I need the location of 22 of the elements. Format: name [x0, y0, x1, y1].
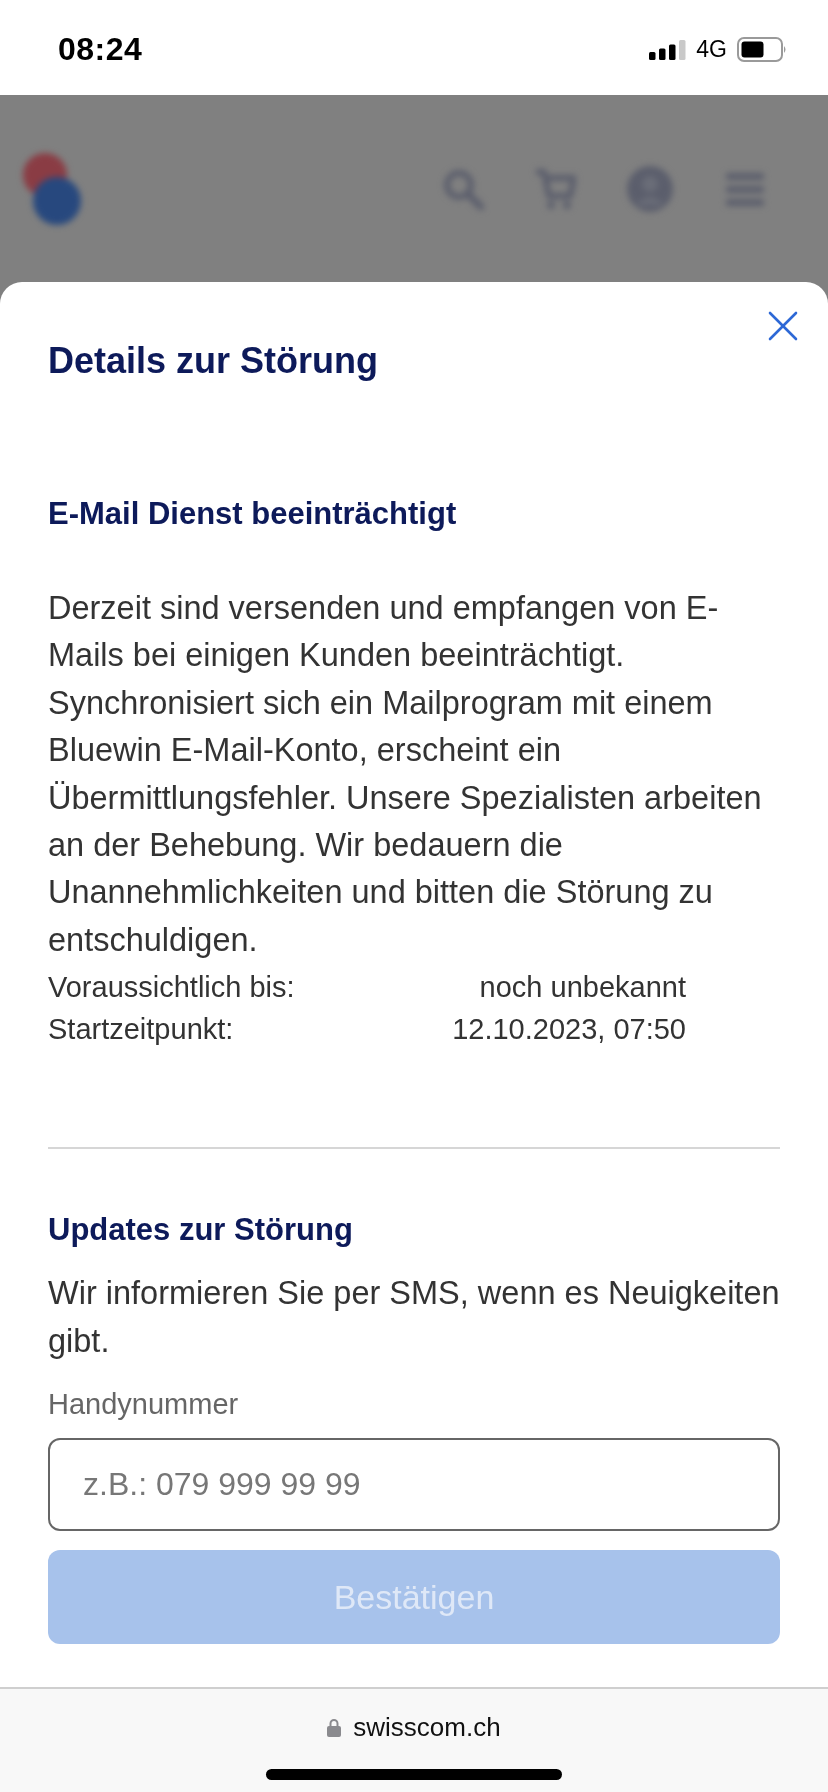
network-label: 4G: [696, 36, 727, 63]
sheet-title: Details zur Störung: [48, 339, 380, 383]
detail-label: Voraussichtlich bis:: [48, 970, 295, 1004]
field-label: Handynummer: [48, 1387, 239, 1422]
incident-description: Derzeit sind versenden und empfangen von E-Mails bei einigen Kunden beeinträchtigt. Synchronisiert sich ein Mailprogram mit einem Bluewin E-Mail-Konto, erscheint ein Übermittlungsfehler. Unsere Spezialisten arbeiten an der Behebung. Wir bedauern die Unannehmlichkeiten und bitten die Störung zu entschuldigen.: [48, 589, 763, 960]
cart-icon[interactable]: [534, 167, 576, 210]
signal-icon: [649, 39, 687, 60]
detail-value: 12.10.2023, 07:50: [452, 1012, 686, 1046]
lock-icon: [327, 1717, 342, 1737]
detail-label: Startzeitpunkt:: [48, 1012, 234, 1046]
incident-heading: E-Mail Dienst beeinträchtigt: [48, 496, 458, 532]
updates-heading: Updates zur Störung: [48, 1212, 354, 1249]
detail-value: noch unbekannt: [479, 970, 686, 1004]
updates-text: Wir informieren Sie per SMS, wenn es Neuigkeiten gibt.: [48, 1274, 780, 1361]
battery-icon: [737, 37, 787, 62]
close-icon: [768, 311, 798, 341]
search-icon[interactable]: [442, 167, 484, 210]
phone-input[interactable]: z.B.: 079 999 99 99: [48, 1438, 780, 1532]
close-button[interactable]: [768, 311, 798, 341]
user-icon[interactable]: [626, 164, 674, 213]
status-time: 08:24: [58, 31, 143, 68]
url-text[interactable]: swisscom.ch: [353, 1711, 501, 1743]
